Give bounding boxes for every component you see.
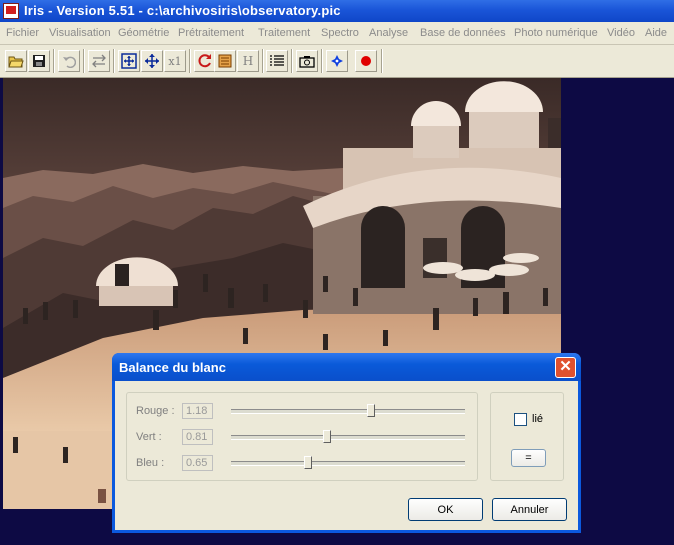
toolbar-separator	[381, 49, 383, 73]
toolbar-separator	[321, 49, 323, 73]
menu-aide[interactable]: Aide	[645, 27, 667, 39]
vert-label: Vert :	[136, 431, 162, 443]
record-icon	[361, 56, 371, 66]
menu-visualisation[interactable]: Visualisation	[49, 27, 111, 39]
list-box-button[interactable]	[214, 50, 236, 72]
refresh-icon	[198, 54, 211, 68]
menu-traitement[interactable]: Traitement	[258, 27, 310, 39]
pan-button[interactable]	[141, 50, 163, 72]
vert-value-field[interactable]: 0.81	[182, 429, 213, 445]
open-button[interactable]	[5, 50, 27, 72]
observatory-photo-lower	[3, 431, 112, 509]
bleu-slider-track[interactable]	[231, 461, 465, 466]
title-bar: Iris - Version 5.51 - c:\archivosiris\ob…	[0, 0, 674, 22]
menu-bar: Fichier Visualisation Géométrie Prétrait…	[0, 22, 674, 45]
text-lines-button[interactable]	[266, 50, 288, 72]
white-balance-dialog: Balance du blanc ✕ Rouge : 1.18 Vert : 0…	[112, 353, 581, 533]
toolbar-separator	[189, 49, 191, 73]
zoom-fit-button[interactable]	[118, 50, 140, 72]
pan-icon	[145, 54, 159, 68]
refresh-button[interactable]	[194, 50, 216, 72]
toolbar: x1 H	[0, 45, 674, 78]
undo-icon	[63, 56, 76, 68]
camera-icon	[299, 56, 315, 68]
zoom-1x-button[interactable]: x1	[164, 50, 186, 72]
swap-button[interactable]	[88, 50, 110, 72]
menu-photo-numerique[interactable]: Photo numérique	[514, 27, 598, 39]
dialog-body: Rouge : 1.18 Vert : 0.81 Bleu : 0.65 lié…	[115, 381, 578, 530]
linked-checkbox[interactable]	[514, 413, 527, 426]
save-icon	[33, 55, 45, 67]
close-icon[interactable]: ✕	[555, 357, 576, 378]
toolbar-separator	[291, 49, 293, 73]
record-button[interactable]	[355, 50, 377, 72]
dome-left	[411, 101, 461, 158]
list-box-icon	[218, 54, 232, 68]
cancel-button[interactable]: Annuler	[492, 498, 567, 521]
ok-button[interactable]: OK	[408, 498, 483, 521]
iris-app-icon	[3, 3, 19, 19]
rouge-slider-track[interactable]	[231, 409, 465, 414]
star-icon	[331, 55, 343, 67]
zoom-fit-icon	[121, 53, 137, 69]
text-lines-icon	[270, 55, 284, 66]
histogram-button[interactable]: H	[237, 50, 259, 72]
save-button[interactable]	[28, 50, 50, 72]
toolbar-separator	[262, 49, 264, 73]
window-title: Iris - Version 5.51 - c:\archivosiris\ob…	[24, 3, 341, 18]
menu-geometrie[interactable]: Géométrie	[118, 27, 169, 39]
undo-button[interactable]	[58, 50, 80, 72]
open-folder-icon	[8, 56, 24, 68]
bleu-value-field[interactable]: 0.65	[182, 455, 213, 471]
menu-spectro[interactable]: Spectro	[321, 27, 359, 39]
toolbar-separator	[83, 49, 85, 73]
rouge-label: Rouge :	[136, 405, 175, 417]
linked-label: lié	[532, 413, 544, 425]
menu-analyse[interactable]: Analyse	[369, 27, 408, 39]
toolbar-separator	[53, 49, 55, 73]
bleu-slider-thumb[interactable]	[304, 456, 313, 469]
observatory-image-lower	[3, 431, 112, 509]
dialog-title-bar[interactable]: Balance du blanc ✕	[112, 353, 581, 381]
camera-button[interactable]	[296, 50, 318, 72]
link-group: lié =	[490, 392, 564, 481]
dialog-title: Balance du blanc	[119, 360, 226, 375]
menu-fichier[interactable]: Fichier	[6, 27, 39, 39]
menu-pretraitement[interactable]: Prétraitement	[178, 27, 244, 39]
toolbar-separator	[113, 49, 115, 73]
rouge-value-field[interactable]: 1.18	[182, 403, 213, 419]
bleu-label: Bleu :	[136, 457, 165, 469]
star-button[interactable]	[326, 50, 348, 72]
menu-video[interactable]: Vidéo	[607, 27, 635, 39]
menu-base-de-donnees[interactable]: Base de données	[420, 27, 506, 39]
rouge-slider-thumb[interactable]	[367, 404, 376, 417]
channel-group: Rouge : 1.18 Vert : 0.81 Bleu : 0.65	[126, 392, 478, 481]
vert-slider-thumb[interactable]	[322, 430, 331, 443]
swap-icon	[92, 54, 106, 68]
equalize-button[interactable]: =	[511, 449, 546, 467]
vert-slider-track[interactable]	[231, 435, 465, 440]
